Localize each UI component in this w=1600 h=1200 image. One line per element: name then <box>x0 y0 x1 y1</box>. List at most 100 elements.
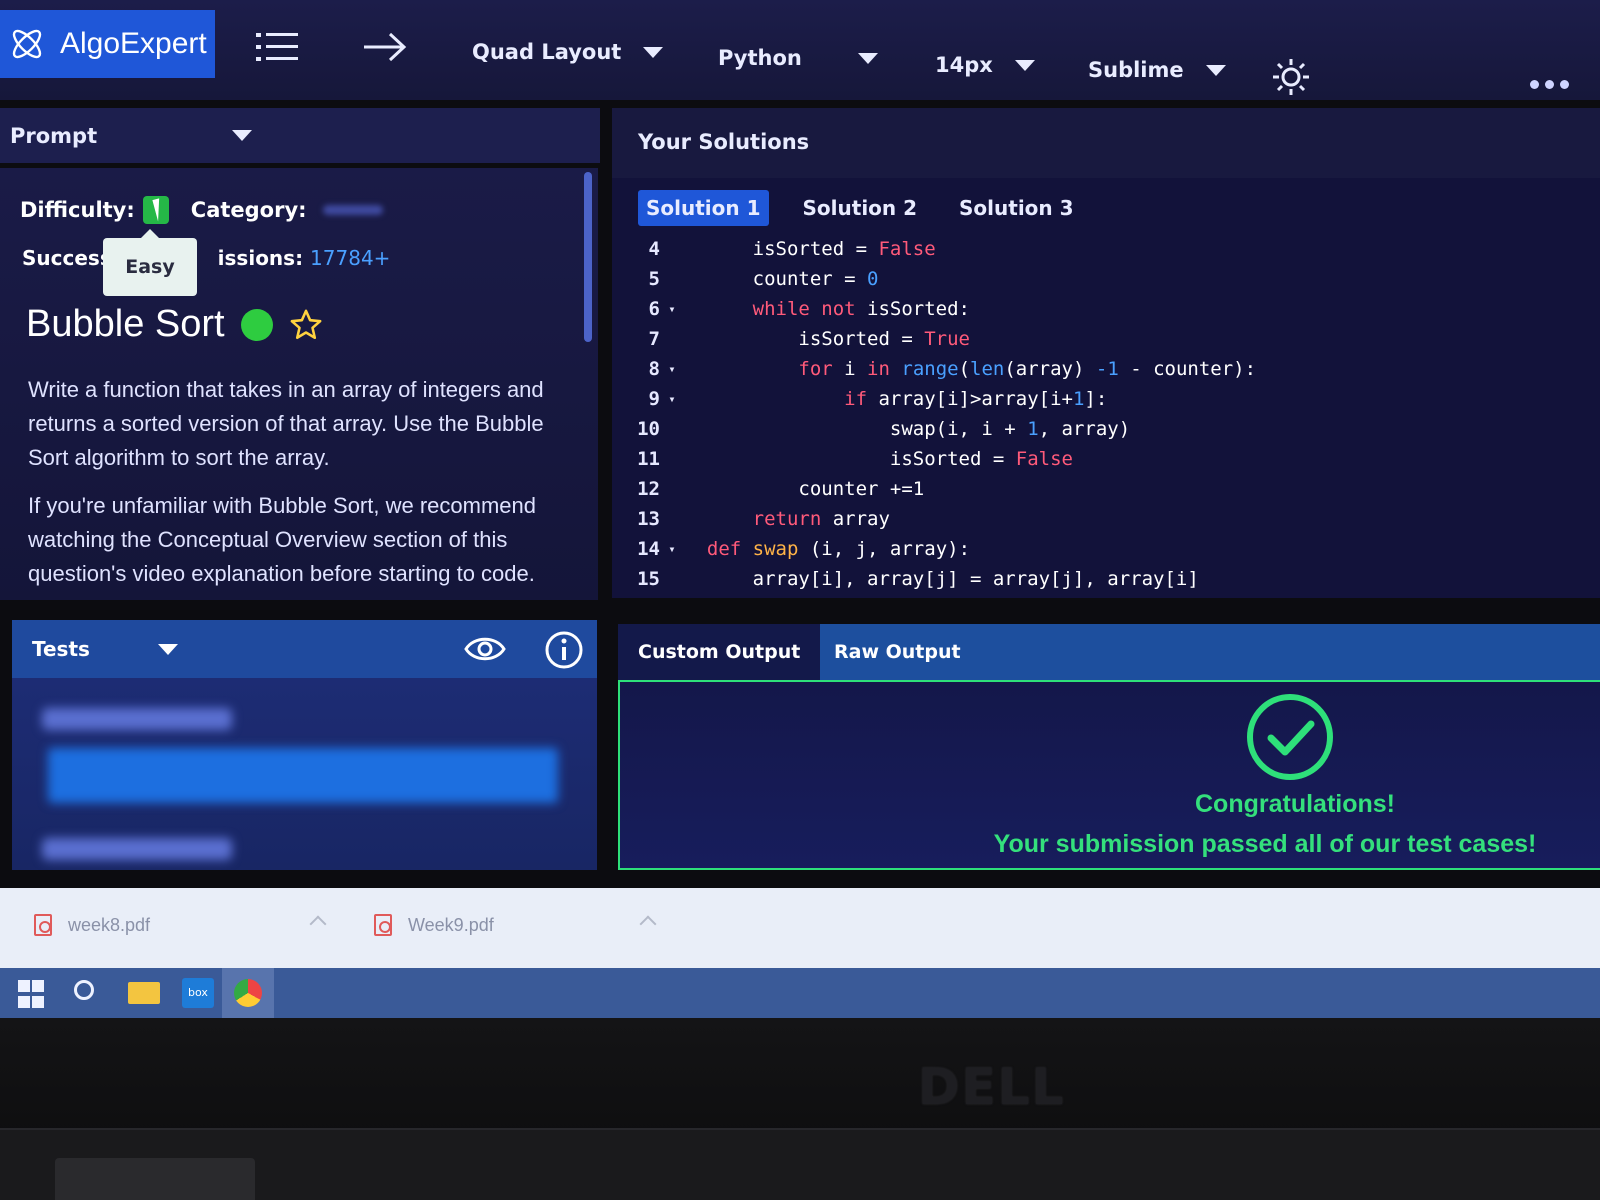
top-toolbar: AlgoExpert Quad Layout Python 14px Subli… <box>0 0 1600 100</box>
question-title: Bubble Sort <box>26 303 225 345</box>
check-circle-icon <box>1247 694 1333 780</box>
search-icon[interactable] <box>74 980 94 1000</box>
info-icon[interactable] <box>544 630 584 670</box>
code-text: swap(i, i + 1, array) <box>889 418 1131 440</box>
tab-solution-3[interactable]: Solution 3 <box>951 190 1082 226</box>
success-title: Congratulations! <box>1195 790 1395 818</box>
chevron-up-icon[interactable] <box>309 915 327 933</box>
theme-dropdown[interactable]: Sublime <box>1088 58 1226 82</box>
code-line[interactable]: 7 isSorted = True <box>612 324 1600 354</box>
download-filename: Week9.pdf <box>408 914 494 935</box>
chevron-down-icon <box>643 46 664 58</box>
tests-panel-header[interactable]: Tests <box>12 620 597 678</box>
prompt-panel-header[interactable]: Prompt <box>0 108 600 163</box>
prompt-scrollbar[interactable] <box>584 172 592 342</box>
output-panel: Congratulations! Your submission passed … <box>618 680 1600 870</box>
submissions-count: 17784+ <box>310 246 391 270</box>
font-size-dropdown[interactable]: 14px <box>935 53 1035 77</box>
question-title-row: Bubble Sort <box>26 303 323 346</box>
fold-arrow-icon[interactable]: ▾ <box>660 542 684 556</box>
line-number: 4 <box>648 238 660 260</box>
code-text: while not isSorted: <box>752 298 970 320</box>
tab-custom-output[interactable]: Custom Output <box>618 624 821 680</box>
language-label: Python <box>718 46 802 70</box>
code-text: return array <box>752 508 890 530</box>
code-line[interactable]: 12 counter +=1 <box>612 474 1600 504</box>
star-icon[interactable] <box>289 308 323 342</box>
fold-arrow-icon[interactable]: ▾ <box>660 302 684 316</box>
success-label: Success <box>22 246 112 270</box>
code-line[interactable]: 13 return array <box>612 504 1600 534</box>
code-text: array[i], array[j] = array[j], array[i] <box>752 568 1199 590</box>
description-paragraph: If you're unfamiliar with Bubble Sort, w… <box>28 493 536 586</box>
downloads-bar: week8.pdf Week9.pdf <box>0 888 1600 968</box>
line-number: 7 <box>648 328 660 350</box>
eye-icon[interactable] <box>464 632 506 666</box>
line-number: 13 <box>637 508 660 530</box>
description-paragraph: Write a function that takes in an array … <box>28 377 544 470</box>
code-text: def swap (i, j, array): <box>706 538 971 560</box>
solution-tabs: Solution 1 Solution 2 Solution 3 <box>638 190 1082 226</box>
code-text: for i in range(len(array) -1 - counter): <box>798 358 1257 380</box>
code-text: isSorted = True <box>798 328 970 350</box>
line-number: 14 <box>637 538 660 560</box>
more-options-icon[interactable] <box>1530 80 1569 89</box>
code-line[interactable]: 8 ▾ for i in range(len(array) -1 - counte… <box>612 354 1600 384</box>
code-line[interactable]: 5 counter = 0 <box>612 264 1600 294</box>
language-dropdown[interactable]: Python <box>718 46 878 70</box>
download-filename: week8.pdf <box>68 914 151 935</box>
code-line[interactable]: 9 ▾ if array[i]>array[i+1]: <box>612 384 1600 414</box>
mouse-cursor-icon <box>152 196 172 222</box>
code-line[interactable]: 10 swap(i, i + 1, array) <box>612 414 1600 444</box>
solutions-panel-header: Your Solutions <box>612 108 1600 178</box>
prompt-header-label: Prompt <box>10 123 98 148</box>
layout-label: Quad Layout <box>472 40 622 64</box>
tab-raw-output[interactable]: Raw Output <box>814 624 981 680</box>
question-description: Write a function that takes in an array … <box>28 373 573 600</box>
file-explorer-icon[interactable] <box>128 982 160 1004</box>
windows-start-icon[interactable] <box>18 980 50 1010</box>
code-line[interactable]: 15 array[i], array[j] = array[j], array[… <box>612 564 1600 594</box>
box-app-icon[interactable]: box <box>182 978 214 1008</box>
fold-arrow-icon[interactable]: ▾ <box>660 362 684 376</box>
line-number: 6 <box>648 298 660 320</box>
prompt-panel: Difficulty: Category: Success issions: 1… <box>0 168 598 600</box>
difficulty-tooltip: Easy <box>103 229 197 296</box>
success-row: Success issions: 17784+ <box>22 246 390 270</box>
test-case-label[interactable] <box>42 838 232 860</box>
download-item[interactable]: week8.pdf <box>34 914 150 936</box>
arrow-right-icon[interactable] <box>362 30 408 64</box>
line-number: 9 <box>648 388 660 410</box>
line-number: 8 <box>648 358 660 380</box>
line-number: 12 <box>637 478 660 500</box>
code-line[interactable]: 6 ▾ while not isSorted: <box>612 294 1600 324</box>
test-case-label[interactable] <box>42 708 232 730</box>
download-item[interactable]: Week9.pdf <box>374 914 494 936</box>
line-number: 5 <box>648 268 660 290</box>
test-case-input[interactable] <box>48 748 558 803</box>
chevron-up-icon[interactable] <box>639 915 657 933</box>
code-text: counter = 0 <box>752 268 879 290</box>
logo-text: AlgoExpert <box>60 27 207 60</box>
laptop-bezel: DELL <box>0 1018 1600 1200</box>
code-line[interactable]: 11 isSorted = False <box>612 444 1600 474</box>
sun-theme-icon[interactable] <box>1272 58 1310 96</box>
line-number: 15 <box>637 568 660 590</box>
chrome-icon[interactable] <box>234 979 262 1007</box>
success-message: Your submission passed all of our test c… <box>993 830 1537 858</box>
code-editor[interactable]: Solution 1 Solution 2 Solution 3 4 isSor… <box>612 178 1600 598</box>
app-logo[interactable]: AlgoExpert <box>0 10 215 78</box>
tab-solution-1[interactable]: Solution 1 <box>638 190 769 226</box>
line-number: 10 <box>637 418 660 440</box>
code-line[interactable]: 4 isSorted = False <box>612 234 1600 264</box>
fold-arrow-icon[interactable]: ▾ <box>660 392 684 406</box>
difficulty-badge[interactable] <box>142 196 172 224</box>
code-lines[interactable]: 4 isSorted = False 5 counter = 0 6 ▾ while … <box>612 234 1600 594</box>
atom-logo-icon <box>12 29 42 59</box>
code-text: isSorted = False <box>752 238 936 260</box>
tab-solution-2[interactable]: Solution 2 <box>795 190 926 226</box>
layout-dropdown[interactable]: Quad Layout <box>472 40 664 64</box>
menu-list-icon[interactable] <box>256 30 300 64</box>
code-line[interactable]: 14 ▾ def swap (i, j, array): <box>612 534 1600 564</box>
category-value <box>322 205 383 215</box>
